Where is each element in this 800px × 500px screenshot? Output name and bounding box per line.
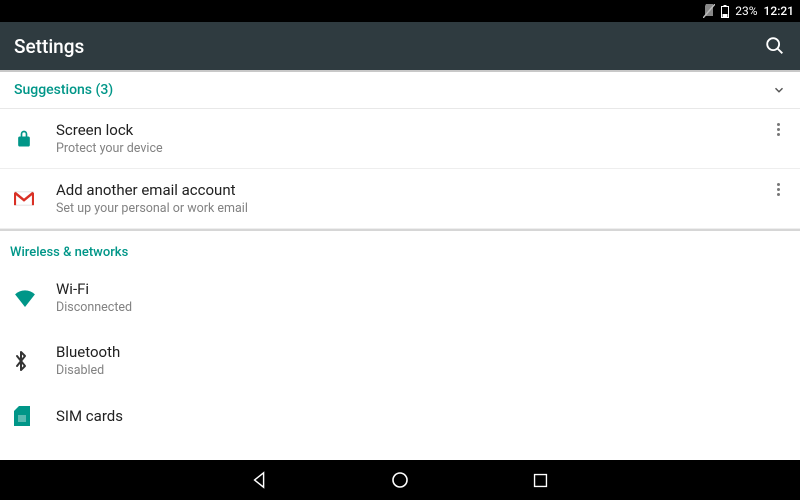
bluetooth-icon: [14, 350, 56, 372]
overflow-menu-button[interactable]: [768, 119, 788, 139]
suggestion-title: Screen lock: [56, 121, 163, 139]
sim-icon: [14, 406, 56, 426]
setting-subtitle: Disabled: [56, 363, 120, 378]
wireless-networks-section: Wireless & networks Wi-Fi Disconnected B…: [0, 229, 800, 440]
page-title: Settings: [14, 35, 84, 58]
settings-content: Suggestions (3) Screen lock Protect your…: [0, 72, 800, 462]
setting-subtitle: Disconnected: [56, 300, 132, 315]
recents-button[interactable]: [530, 470, 550, 490]
section-title: Wireless & networks: [0, 235, 800, 266]
gmail-icon: [14, 191, 56, 206]
search-button[interactable]: [764, 35, 786, 57]
app-bar: Settings: [0, 22, 800, 70]
battery-icon: [721, 5, 729, 18]
bluetooth-row[interactable]: Bluetooth Disabled: [0, 329, 800, 392]
no-sim-icon: [703, 4, 715, 18]
suggestion-title: Add another email account: [56, 181, 248, 199]
lock-icon: [14, 129, 56, 149]
chevron-down-icon: [772, 83, 786, 97]
setting-title: Wi-Fi: [56, 280, 132, 298]
back-button[interactable]: [250, 470, 270, 490]
home-button[interactable]: [390, 470, 410, 490]
suggestions-label: Suggestions (3): [14, 82, 113, 98]
suggestion-add-email[interactable]: Add another email account Set up your pe…: [0, 169, 800, 229]
suggestion-subtitle: Set up your personal or work email: [56, 201, 248, 216]
sim-cards-row[interactable]: SIM cards: [0, 392, 800, 440]
suggestion-screen-lock[interactable]: Screen lock Protect your device: [0, 109, 800, 169]
status-bar: 23% 12:21: [0, 0, 800, 22]
wifi-icon: [14, 289, 56, 307]
battery-percent: 23%: [735, 4, 757, 18]
suggestions-header[interactable]: Suggestions (3): [0, 72, 800, 109]
setting-title: SIM cards: [56, 407, 123, 425]
wifi-row[interactable]: Wi-Fi Disconnected: [0, 266, 800, 329]
suggestion-subtitle: Protect your device: [56, 141, 163, 156]
overflow-menu-button[interactable]: [768, 179, 788, 199]
clock: 12:21: [764, 4, 794, 18]
navigation-bar: [0, 460, 800, 500]
setting-title: Bluetooth: [56, 343, 120, 361]
